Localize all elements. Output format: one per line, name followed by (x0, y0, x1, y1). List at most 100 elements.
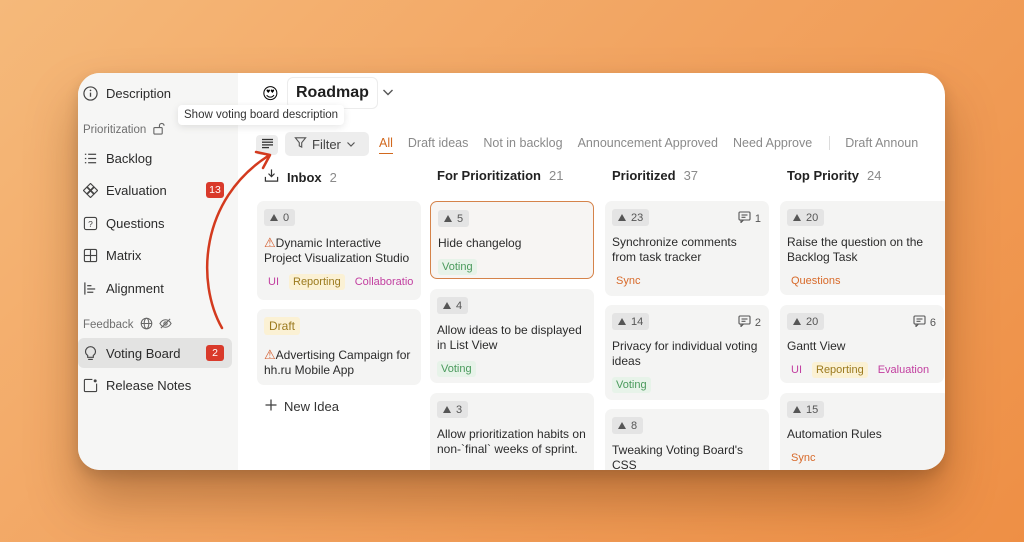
vote-button[interactable]: 8 (612, 417, 644, 434)
globe-icon[interactable] (140, 317, 153, 333)
view-tabs: All Draft ideas Not in backlog Announcem… (379, 136, 918, 154)
vote-button[interactable]: 20 (787, 313, 825, 330)
sidebar-item-description[interactable]: Description (78, 78, 232, 108)
menu-icon (261, 136, 274, 154)
sidebar-item-label: Description (106, 85, 172, 101)
comment-icon (738, 315, 751, 330)
new-idea-button[interactable]: New Idea (265, 399, 339, 414)
vote-button[interactable]: 3 (437, 401, 469, 418)
comment-count: 6 (929, 316, 936, 329)
eye-off-icon[interactable] (158, 317, 172, 333)
chevron-down-icon[interactable] (381, 85, 395, 104)
vote-count: 20 (806, 315, 819, 328)
vote-count: 8 (631, 419, 638, 432)
sidebar-item-backlog[interactable]: Backlog (78, 143, 232, 173)
vote-count: 5 (457, 212, 464, 225)
card-tags: UI Reporting Evaluation (787, 362, 937, 378)
tag: Reporting (812, 362, 868, 378)
tag: Questions (791, 275, 841, 287)
card-title: Raise the question on the Backlog Task (787, 235, 924, 264)
draft-badge: Draft (264, 317, 301, 335)
show-description-button[interactable] (256, 135, 278, 155)
upvote-icon (444, 215, 452, 222)
idea-card[interactable]: 4 Allow ideas to be displayed in List Vi… (430, 289, 594, 383)
upvote-icon (443, 302, 451, 309)
card-title: Synchronize comments from task tracker (612, 235, 737, 264)
sidebar-item-release-notes[interactable]: Release Notes (78, 370, 232, 400)
warning-icon: ⚠ (264, 347, 276, 362)
tab-not-in-backlog[interactable]: Not in backlog (483, 136, 562, 154)
idea-card[interactable]: 20 6 Gantt View UI Reporting Evaluation (780, 305, 944, 383)
comments-indicator[interactable]: 6 (913, 315, 936, 330)
vote-button[interactable]: 14 (612, 313, 650, 330)
column-count: 24 (866, 168, 882, 183)
evaluation-badge: 13 (206, 182, 224, 198)
vote-count: 15 (806, 403, 819, 416)
sidebar-item-label: Alignment (106, 280, 164, 296)
tab-draft-announcement[interactable]: Draft Announ (845, 136, 918, 154)
section-prioritization: Prioritization (83, 122, 165, 138)
sidebar-item-label: Matrix (106, 247, 142, 263)
sidebar-item-questions[interactable]: ? Questions (78, 208, 232, 238)
alignment-icon (82, 280, 98, 296)
vote-button[interactable]: 20 (787, 209, 825, 226)
vote-button[interactable]: 5 (438, 210, 470, 227)
sidebar-item-voting-board[interactable]: Voting Board 2 (78, 338, 232, 368)
vote-button[interactable]: 4 (437, 297, 469, 314)
card-title: ⚠Advertising Campaign for hh.ru Mobile A… (264, 347, 414, 378)
upvote-icon (793, 406, 801, 413)
vote-button[interactable]: 15 (787, 401, 825, 418)
idea-card[interactable]: 3 Allow prioritization habits on non-`fi… (430, 393, 594, 470)
idea-card[interactable]: 23 1 Synchronize comments from task trac… (605, 201, 769, 296)
section-feedback: Feedback (83, 317, 172, 333)
sidebar-item-evaluation[interactable]: Evaluation 13 (78, 175, 232, 205)
comment-icon (738, 211, 751, 226)
sidebar-item-alignment[interactable]: Alignment (78, 273, 232, 303)
board-emoji: 😍 (262, 86, 279, 103)
vote-button[interactable]: 0 (264, 209, 296, 226)
upvote-icon (443, 406, 451, 413)
idea-card[interactable]: 0 ⚠Dynamic Interactive Project Visualiza… (257, 201, 421, 300)
tab-need-approve[interactable]: Need Approve (733, 136, 812, 154)
filter-icon (294, 136, 307, 152)
vote-button[interactable]: 23 (612, 209, 650, 226)
column-title: Prioritized (612, 168, 676, 183)
idea-card[interactable]: 20 Raise the question on the Backlog Tas… (780, 201, 945, 295)
unlock-icon[interactable] (152, 122, 165, 138)
card-tags: Voting (438, 259, 586, 275)
vote-count: 14 (631, 315, 644, 328)
idea-card[interactable]: 14 2 Privacy for individual voting ideas… (605, 305, 769, 400)
tag: Voting (437, 361, 476, 377)
comments-indicator[interactable]: 1 (738, 211, 761, 226)
info-icon (82, 85, 98, 101)
idea-card[interactable]: 15 Automation Rules Sync (780, 393, 945, 470)
card-title: Gantt View (787, 339, 846, 353)
sidebar-item-label: Questions (106, 215, 165, 231)
column-header-inbox: Inbox 2 (264, 168, 337, 186)
filter-button[interactable]: Filter (285, 132, 369, 156)
section-label: Feedback (83, 319, 134, 331)
sidebar-item-matrix[interactable]: Matrix (78, 240, 232, 270)
tag: UI (268, 276, 279, 288)
tab-all[interactable]: All (379, 136, 393, 154)
sidebar: Description Prioritization Backlog Evalu… (78, 73, 238, 470)
sidebar-item-label: Evaluation (106, 182, 167, 198)
sidebar-item-label: Release Notes (106, 377, 192, 393)
vote-count: 4 (456, 299, 463, 312)
comments-indicator[interactable]: 2 (738, 315, 761, 330)
comment-icon (913, 315, 926, 330)
idea-card[interactable]: 8 Tweaking Voting Board's CSS (605, 409, 769, 470)
tag: UI (791, 364, 802, 376)
tab-draft-ideas[interactable]: Draft ideas (408, 136, 468, 154)
chevron-down-icon (346, 137, 356, 152)
sidebar-item-label: Backlog (106, 150, 153, 166)
upvote-icon (618, 318, 626, 325)
section-label: Prioritization (83, 124, 147, 136)
idea-card[interactable]: Draft ⚠Advertising Campaign for hh.ru Mo… (257, 309, 421, 385)
idea-card-selected[interactable]: 5 Hide changelog Voting (430, 201, 594, 279)
card-title: Allow prioritization habits on non-`fina… (437, 427, 586, 456)
card-title-text: Advertising Campaign for hh.ru Mobile Ap… (264, 348, 411, 377)
card-title: Privacy for individual voting ideas (612, 339, 758, 368)
tab-announcement-approved[interactable]: Announcement Approved (578, 136, 718, 154)
card-tags: Voting (612, 377, 762, 393)
